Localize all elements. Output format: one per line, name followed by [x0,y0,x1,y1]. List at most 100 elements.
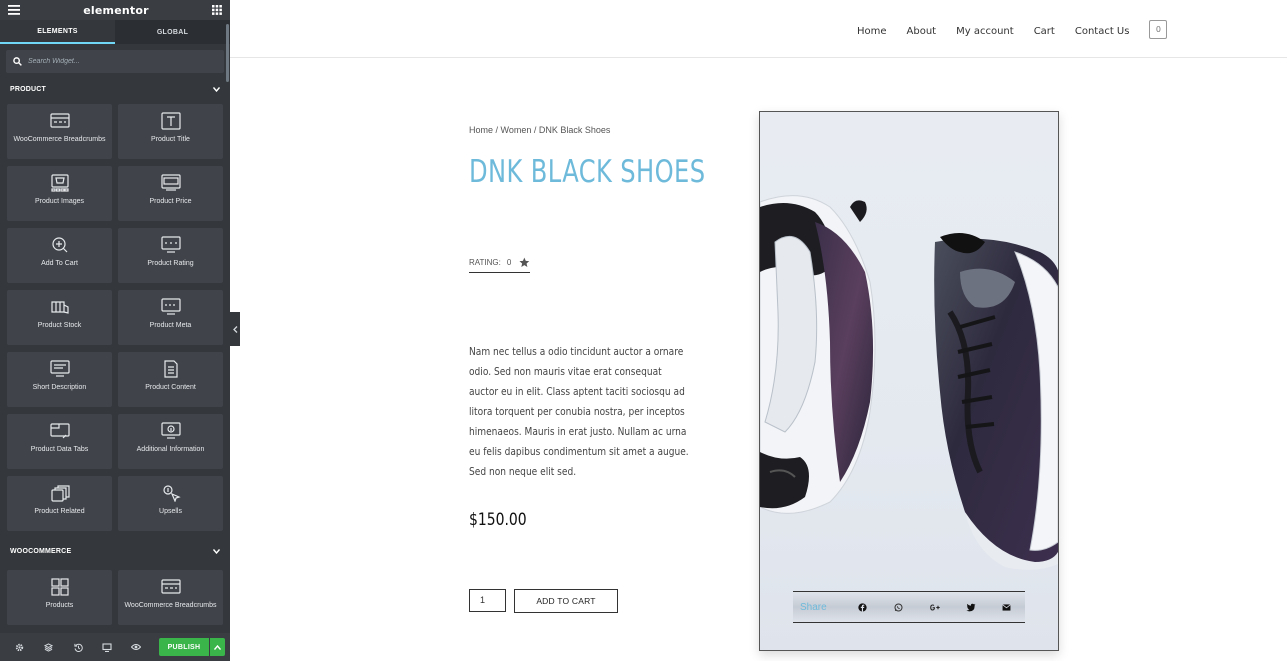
category-product-header[interactable]: PRODUCT [0,79,230,99]
nav-my-account[interactable]: My account [956,26,1014,37]
twitter-icon [966,603,976,611]
elementor-panel: elementor ELEMENTS GLOBAL PRODUCT WooCom… [0,0,230,661]
cart-count-badge[interactable]: 0 [1149,20,1168,39]
rating-value: 0 [506,258,512,267]
google-plus-icon [929,604,940,610]
widget-label: WooCommerce Breadcrumbs [13,136,106,143]
hamburger-menu-icon[interactable] [8,5,20,15]
tab-elements[interactable]: ELEMENTS [0,20,115,44]
desktop-icon [102,642,112,652]
chevron-down-icon [213,548,220,554]
chevron-down-icon [213,86,220,92]
responsive-mode-button[interactable] [93,642,122,652]
gear-icon [15,643,24,651]
widget-product-data-tabs[interactable]: Product Data Tabs [7,414,112,469]
short-description-icon [49,360,70,377]
publish-options-button[interactable] [209,638,226,656]
panel-tabs: ELEMENTS GLOBAL [0,20,230,44]
widget-label: WooCommerce Breadcrumbs [124,602,217,609]
widget-upsells[interactable]: Upsells [118,476,223,531]
share-label: Share [800,601,827,613]
apps-grid-icon[interactable] [212,5,222,15]
widget-short-description[interactable]: Short Description [7,352,112,407]
widget-label: Products [45,602,74,609]
elementor-logo: elementor [83,3,149,17]
widget-product-related[interactable]: Product Related [7,476,112,531]
email-icon [1002,603,1012,611]
widget-label: Product Meta [149,322,192,329]
panel-scrollbar[interactable] [226,24,229,82]
breadcrumb: Home / Women / DNK Black Shoes [469,125,611,135]
nav-cart[interactable]: Cart [1034,26,1055,37]
category-label: WOOCOMMERCE [10,547,72,555]
tab-global[interactable]: GLOBAL [115,20,230,44]
widget-grid-product: WooCommerce Breadcrumbs Product Title Pr… [0,104,230,531]
category-woocommerce-header[interactable]: WOOCOMMERCE [0,541,230,561]
product-description: Nam nec tellus a odio tincidunt auctor a… [469,346,689,478]
stock-icon [50,301,69,314]
facebook-icon [857,602,867,612]
add-to-cart-button[interactable]: ADD TO CART [514,589,618,613]
nav-about[interactable]: About [907,26,937,37]
widget-label: Product Data Tabs [30,446,89,453]
product-title: DNK BLACK SHOES [469,154,706,190]
navigator-button[interactable] [34,642,63,652]
share-google-plus-button[interactable] [916,603,952,612]
data-tabs-icon [49,423,70,439]
preview-button[interactable] [122,643,151,651]
images-icon [50,174,69,192]
layers-icon [44,642,54,652]
widget-label: Upsells [159,508,182,515]
share-twitter-button[interactable] [953,603,989,612]
whatsapp-icon [894,602,903,612]
publish-button[interactable]: PUBLISH [159,638,209,656]
related-icon [50,485,70,502]
widget-product-rating[interactable]: Product Rating [118,228,223,283]
star-icon[interactable] [519,257,530,268]
breadcrumbs-icon [160,579,181,594]
title-icon [160,112,181,130]
widget-products[interactable]: Products [7,570,112,625]
nav-contact-us[interactable]: Contact Us [1075,26,1130,37]
chevron-up-icon [213,644,221,650]
product-image: Share [759,111,1059,651]
shoes-image [760,195,1058,570]
main-navigation: Home About My account Cart Contact Us 0 [857,20,1168,41]
widget-product-images[interactable]: Product Images [7,166,112,221]
add-to-cart-icon [51,237,67,253]
settings-button[interactable] [5,643,34,652]
widget-product-content[interactable]: Product Content [118,352,223,407]
widget-product-stock[interactable]: Product Stock [7,290,112,345]
search-icon [13,57,22,66]
share-facebook-button[interactable] [844,602,880,612]
quantity-input[interactable]: 1 [469,589,506,612]
widget-label: Product Content [145,384,196,391]
share-whatsapp-button[interactable] [880,602,916,612]
widget-add-to-cart[interactable]: Add To Cart [7,228,112,283]
app-root: elementor ELEMENTS GLOBAL PRODUCT WooCom… [0,0,1287,661]
site-header: Home About My account Cart Contact Us 0 [230,0,1287,58]
product-price: $150.00 [469,510,527,530]
search-widget-input[interactable] [28,58,208,65]
widget-label: Additional Information [136,446,205,453]
nav-home[interactable]: Home [857,26,887,37]
meta-icon [160,298,181,315]
info-icon [160,422,181,439]
widget-label: Product Images [34,198,85,205]
history-button[interactable] [63,643,92,652]
widget-product-price[interactable]: Product Price [118,166,223,221]
widget-label: Product Stock [37,322,82,329]
widget-product-meta[interactable]: Product Meta [118,290,223,345]
share-email-button[interactable] [989,603,1025,611]
widget-label: Product Rating [147,260,194,267]
rating-icon [160,236,181,253]
widget-additional-information[interactable]: Additional Information [118,414,223,469]
breadcrumbs-icon [49,113,70,128]
widget-grid-woocommerce: Products WooCommerce Breadcrumbs [0,570,230,625]
widget-product-title[interactable]: Product Title [118,104,223,159]
eye-icon [131,643,142,651]
panel-collapse-toggle[interactable] [230,312,240,346]
widget-woocommerce-breadcrumbs[interactable]: WooCommerce Breadcrumbs [118,570,223,625]
widget-woocommerce-breadcrumbs[interactable]: WooCommerce Breadcrumbs [7,104,112,159]
panel-header: elementor [0,0,230,20]
